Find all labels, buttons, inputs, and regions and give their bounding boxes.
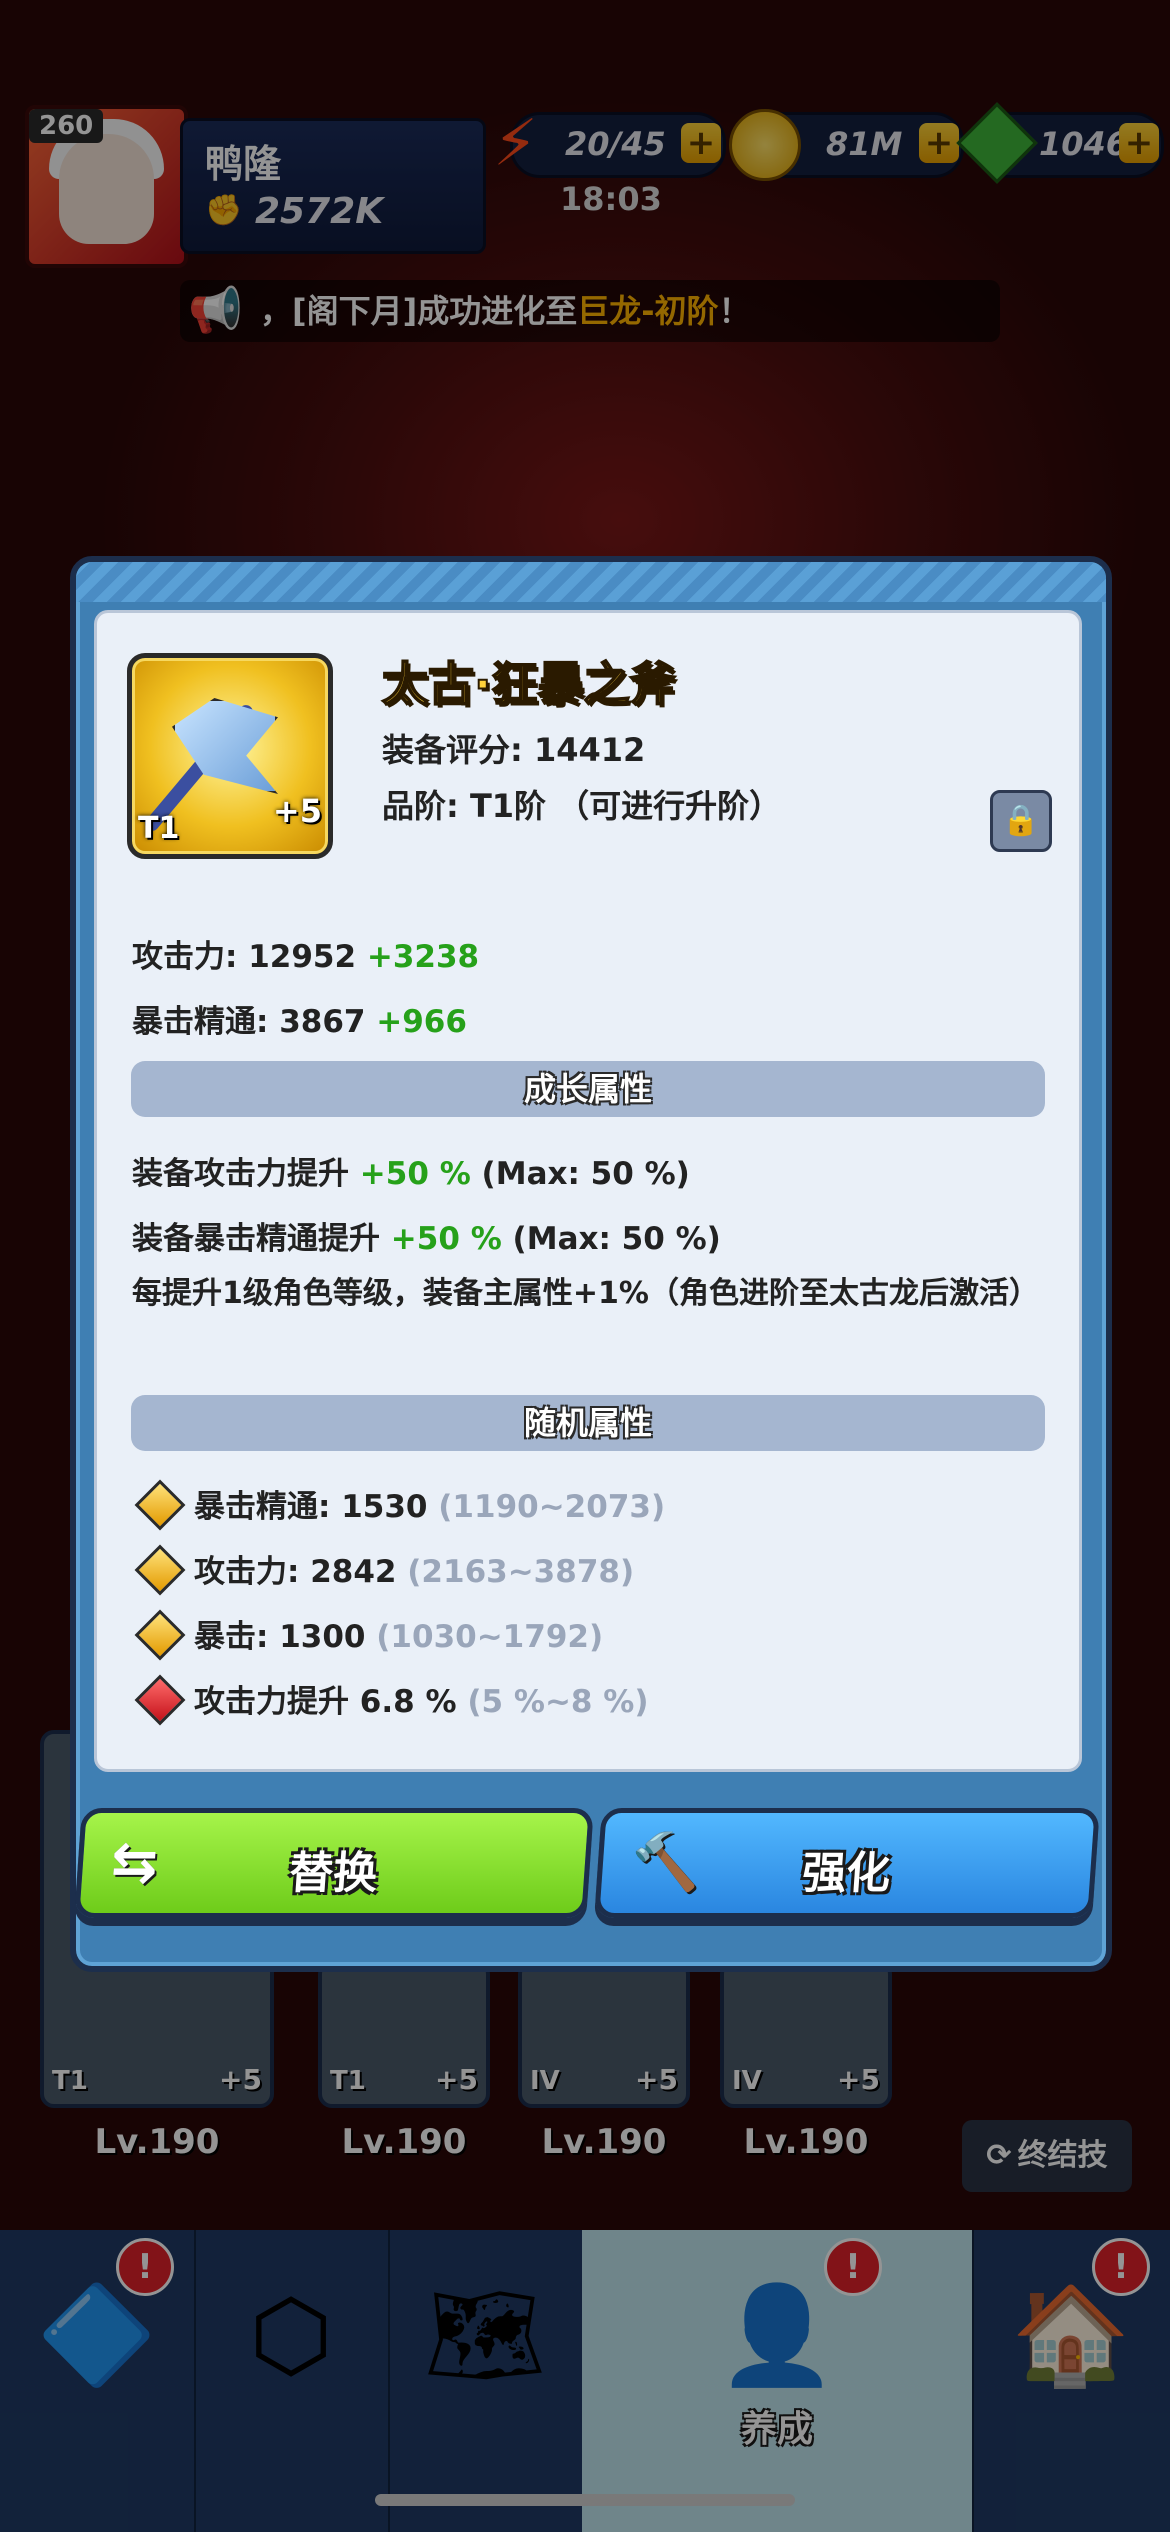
gold-gem-icon xyxy=(134,1544,186,1596)
modal-header-pattern xyxy=(76,562,1106,602)
random-stat-text: 暴击: 1300 (1030~1792) xyxy=(194,1611,603,1656)
growth-row-prefix: 装备暴击精通提升 xyxy=(132,1221,391,1257)
replace-button[interactable]: ⇆ 替换 xyxy=(74,1808,594,1918)
growth-row-suffix: (Max: 50 %) xyxy=(470,1156,690,1192)
item-grade: 品阶: T1阶 （可进行升阶） xyxy=(382,787,782,825)
base-stat-attack: 攻击力: 12952 +3238 xyxy=(132,931,479,976)
base-stat-crit-mastery: 暴击精通: 3867 +966 xyxy=(132,996,467,1041)
growth-row-value: +50 % xyxy=(359,1156,471,1192)
item-tier-badge: T1 xyxy=(138,811,180,846)
growth-row-value: +50 % xyxy=(390,1221,502,1257)
random-stat-text: 攻击力提升 6.8 % (5 %~8 %) xyxy=(194,1676,649,1721)
random-stat-value: 暴击: 1300 xyxy=(194,1619,366,1655)
replace-label: 替换 xyxy=(287,1848,380,1899)
random-stat-value: 攻击力提升 6.8 % xyxy=(194,1684,457,1720)
lock-button[interactable]: 🔒 xyxy=(990,790,1052,852)
growth-row: 装备攻击力提升 +50 % (Max: 50 %) xyxy=(132,1148,690,1193)
random-stat-range: (1190~2073) xyxy=(427,1489,666,1525)
base-stat-bonus: +966 xyxy=(376,1004,467,1040)
growth-row: 装备暴击精通提升 +50 % (Max: 50 %) xyxy=(132,1213,721,1258)
growth-section-header: 成长属性 xyxy=(131,1061,1045,1117)
growth-row-prefix: 装备攻击力提升 xyxy=(132,1156,360,1192)
upgrade-label: 强化 xyxy=(800,1848,893,1899)
item-name: 太古·狂暴之斧 xyxy=(381,656,676,712)
base-stat-label: 暴击精通: 3867 xyxy=(132,1004,366,1040)
item-plus-badge: +5 xyxy=(272,792,322,830)
gold-gem-icon xyxy=(134,1609,186,1661)
lock-icon: 🔒 xyxy=(1002,803,1040,838)
random-stat-range: (1030~1792) xyxy=(365,1619,604,1655)
item-icon[interactable]: T1 +5 xyxy=(127,653,333,859)
growth-note: 每提升1级角色等级，装备主属性+1%（角色进阶至太古龙后激活） xyxy=(132,1276,1039,1311)
random-stat-range: (2163~3878) xyxy=(396,1554,635,1590)
random-section-header: 随机属性 xyxy=(131,1395,1045,1451)
gold-gem-icon xyxy=(134,1479,186,1531)
red-gem-icon xyxy=(134,1674,186,1726)
growth-row-suffix: (Max: 50 %) xyxy=(501,1221,721,1257)
random-stat-text: 暴击精通: 1530 (1190~2073) xyxy=(194,1481,665,1526)
random-stat-text: 攻击力: 2842 (2163~3878) xyxy=(194,1546,634,1591)
base-stat-label: 攻击力: 12952 xyxy=(132,939,357,975)
base-stat-bonus: +3238 xyxy=(366,939,480,975)
random-stat-range: (5 %~8 %) xyxy=(456,1684,649,1720)
random-stat-value: 攻击力: 2842 xyxy=(194,1554,397,1590)
upgrade-button[interactable]: 🔨 强化 xyxy=(594,1808,1100,1918)
item-score: 装备评分: 14412 xyxy=(382,731,646,769)
random-stat-value: 暴击精通: 1530 xyxy=(194,1489,428,1525)
item-detail-card: T1 +5 太古·狂暴之斧 装备评分: 14412 品阶: T1阶 （可进行升阶… xyxy=(94,610,1082,1772)
